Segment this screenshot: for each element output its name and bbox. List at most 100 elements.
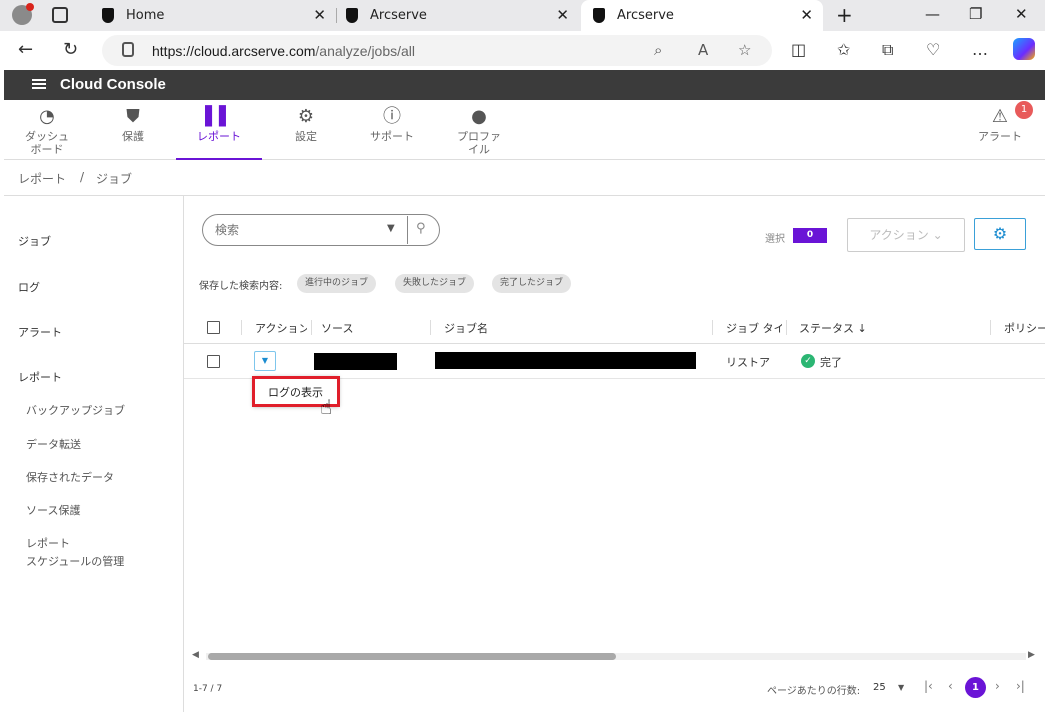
nav-dashboard[interactable]: ◔ ダッシュ ボード: [4, 100, 90, 160]
back-icon[interactable]: ←: [18, 39, 33, 60]
shield-icon: ⛊: [126, 106, 140, 127]
close-tab-icon[interactable]: ✕: [800, 6, 813, 24]
profile-icon[interactable]: [12, 3, 34, 25]
sidebar-subitem-data-transfer[interactable]: データ転送: [26, 436, 81, 452]
favorite-star-icon[interactable]: ☆: [738, 41, 751, 59]
saved-search-chip[interactable]: 完了したジョブ: [492, 274, 572, 293]
sidebar-item-reports[interactable]: レポート: [18, 369, 62, 385]
nav-support[interactable]: ⓘ サポート: [349, 100, 435, 160]
refresh-icon[interactable]: ↻: [63, 39, 78, 60]
chevron-down-icon[interactable]: ▼: [898, 683, 904, 692]
scroll-left-icon[interactable]: ◀: [192, 650, 199, 660]
sidebar-subitem-backup-jobs[interactable]: バックアップジョブ: [26, 402, 125, 418]
cell-job-type: リストア: [726, 356, 770, 369]
sidebar: ジョブ ログ アラート レポート バックアップジョブ データ転送 保存されたデー…: [4, 196, 184, 712]
browser-essentials-icon[interactable]: ♡: [926, 40, 940, 59]
scroll-right-icon[interactable]: ▶: [1028, 650, 1035, 660]
select-all-checkbox[interactable]: [207, 321, 220, 334]
table-settings-button[interactable]: ⚙: [974, 218, 1026, 250]
next-page-icon[interactable]: ›: [995, 679, 1000, 693]
browser-tab-arcserve-active[interactable]: Arcserve ✕: [581, 0, 823, 31]
close-tab-icon[interactable]: ✕: [313, 6, 326, 24]
selected-label: 選択: [765, 234, 785, 245]
prev-page-icon[interactable]: ‹: [948, 679, 953, 693]
nav-profile[interactable]: ● プロファ イル: [436, 100, 522, 160]
tab-actions-icon[interactable]: [52, 7, 68, 23]
favorites-icon[interactable]: ✩: [837, 40, 850, 59]
nav-label: アラート: [978, 130, 1022, 143]
action-dropdown-button[interactable]: アクション ⌄: [847, 218, 965, 252]
rows-per-page-select[interactable]: 25: [873, 682, 886, 693]
url-field[interactable]: https://cloud.arcserve.com/analyze/jobs/…: [102, 35, 772, 66]
browser-tab-home[interactable]: Home ✕: [90, 0, 337, 31]
column-header-job-name[interactable]: ジョブ名: [444, 320, 488, 336]
nav-reports[interactable]: ▌▌ レポート: [176, 100, 262, 160]
nav-settings[interactable]: ⚙ 設定: [263, 100, 349, 160]
horizontal-scrollbar[interactable]: ◀ ▶: [192, 650, 1037, 661]
column-header-action[interactable]: アクション: [255, 320, 307, 336]
breadcrumb: レポート / ジョブ: [4, 160, 1045, 196]
nav-label: レポート: [197, 130, 241, 143]
current-page-button[interactable]: 1: [965, 677, 986, 698]
table-row[interactable]: ▼ リストア ✓ 完了: [184, 344, 1045, 379]
column-header-source[interactable]: ソース: [321, 320, 353, 336]
last-page-icon[interactable]: ›|: [1016, 679, 1025, 693]
sidebar-subitem-source-protection[interactable]: ソース保護: [26, 502, 80, 518]
new-tab-icon[interactable]: +: [836, 3, 853, 27]
nav-protect[interactable]: ⛊ 保護: [90, 100, 176, 160]
sidebar-subitem-stored-data[interactable]: 保存されたデータ: [26, 469, 114, 485]
minimize-icon[interactable]: —: [925, 5, 940, 23]
person-icon: ●: [471, 106, 487, 127]
browser-tab-arcserve[interactable]: Arcserve ✕: [336, 0, 579, 31]
app-title: Cloud Console: [60, 76, 166, 93]
arcserve-favicon-icon: [102, 8, 114, 23]
app-header: Cloud Console: [4, 70, 1045, 100]
read-aloud-icon[interactable]: A: [698, 41, 708, 59]
scrollbar-thumb[interactable]: [208, 653, 616, 660]
breadcrumb-root[interactable]: レポート: [18, 170, 66, 187]
window-close-icon[interactable]: ✕: [1015, 5, 1028, 23]
gauge-icon: ◔: [39, 106, 55, 127]
more-icon[interactable]: …: [972, 40, 988, 59]
copilot-icon[interactable]: [1013, 38, 1035, 60]
hamburger-menu-icon[interactable]: [32, 79, 46, 81]
sidebar-subitem-report[interactable]: レポート: [26, 535, 70, 551]
nav-label: プロファ イル: [457, 130, 501, 156]
sidebar-item-jobs[interactable]: ジョブ: [18, 233, 51, 249]
restore-icon[interactable]: ❐: [969, 5, 982, 23]
sidebar-item-alerts[interactable]: アラート: [18, 324, 62, 340]
row-action-dropdown[interactable]: ▼: [254, 351, 276, 371]
column-header-policy[interactable]: ポリシー: [1004, 320, 1045, 336]
row-checkbox[interactable]: [207, 355, 220, 368]
saved-search-chip[interactable]: 進行中のジョブ: [297, 274, 377, 293]
browser-tabstrip: Home ✕ Arcserve ✕ Arcserve ✕ + — ❐ ✕: [0, 0, 1045, 31]
search-box[interactable]: ▼ ⚲: [202, 214, 440, 246]
help-icon: ⓘ: [383, 106, 401, 127]
redacted-source: [314, 353, 397, 370]
lock-icon: [122, 42, 134, 57]
search-icon[interactable]: ⚲: [416, 221, 426, 236]
zoom-icon[interactable]: ⌕: [654, 41, 662, 59]
arcserve-favicon-icon: [346, 8, 358, 23]
gear-icon: ⚙: [992, 224, 1008, 243]
selected-count-badge: 0: [793, 228, 827, 243]
split-screen-icon[interactable]: ◫: [791, 40, 806, 59]
collections-icon[interactable]: ⧉: [882, 40, 893, 60]
search-input[interactable]: [215, 223, 375, 237]
arcserve-favicon-icon: [593, 8, 605, 23]
sidebar-subitem-schedule-management[interactable]: スケジュールの管理: [26, 553, 124, 569]
column-header-job-type[interactable]: ジョブ タイ: [726, 320, 782, 336]
redacted-job-name: [435, 352, 696, 369]
saved-search-chip[interactable]: 失敗したジョブ: [395, 274, 475, 293]
saved-searches-label: 保存した検索内容:: [199, 281, 283, 292]
chevron-down-icon[interactable]: ▼: [387, 223, 395, 234]
first-page-icon[interactable]: |‹: [924, 679, 933, 693]
pagination-count: 1-7 / 7: [193, 684, 223, 694]
tab-title: Arcserve: [370, 8, 427, 23]
close-tab-icon[interactable]: ✕: [556, 6, 569, 24]
table-header: アクション ソース ジョブ名 ジョブ タイ ステータス ↓ ポリシー: [184, 310, 1045, 344]
bar-chart-icon: ▌▌: [205, 106, 233, 127]
column-header-status[interactable]: ステータス ↓: [799, 320, 867, 336]
nav-label: ダッシュ ボード: [25, 130, 69, 156]
sidebar-item-logs[interactable]: ログ: [18, 279, 40, 295]
